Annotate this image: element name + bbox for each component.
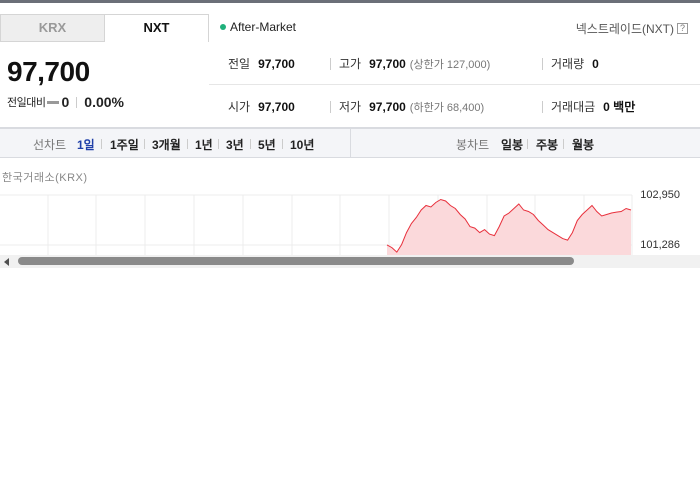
line-chart-label: 선차트: [33, 138, 67, 152]
stat-value: 97,700: [369, 99, 406, 114]
stat-label: 고가: [339, 57, 362, 71]
stat-label: 저가: [339, 100, 362, 114]
stat-value: 97,700: [258, 99, 295, 114]
divider: [527, 139, 528, 149]
tab-nxt[interactable]: NXT: [104, 14, 209, 42]
stat-volume: 거래량 0: [542, 55, 599, 72]
period-1d[interactable]: 1일: [77, 136, 95, 153]
session-status: After-Market: [220, 20, 296, 34]
stat-label: 거래량: [551, 57, 585, 71]
stat-high: 고가 97,700 (상한가 127,000): [330, 55, 490, 72]
top-border: [0, 0, 700, 3]
current-price: 97,700: [7, 56, 90, 87]
upper-limit: (상한가 127,000): [409, 58, 491, 71]
change-rate: 0.00%: [84, 94, 124, 110]
divider: [563, 139, 564, 149]
divider: [76, 96, 78, 108]
candle-weekly[interactable]: 주봉: [536, 136, 558, 153]
divider: [542, 100, 543, 113]
candle-monthly[interactable]: 월봉: [572, 136, 594, 153]
stat-label: 전일: [228, 57, 251, 71]
chart-canvas: [0, 194, 633, 255]
stat-label: 시가: [228, 100, 251, 114]
y-tick-high: 102,950: [640, 189, 680, 201]
period-1w[interactable]: 1주일: [110, 136, 139, 153]
stat-value: 97,700: [258, 56, 295, 71]
status-dot-icon: [220, 24, 226, 30]
stat-value: 97,700: [369, 56, 406, 71]
scrollbar-thumb[interactable]: [18, 257, 574, 265]
help-icon[interactable]: ?: [677, 23, 688, 34]
period-3m[interactable]: 3개월: [152, 136, 181, 153]
venue-info: 넥스트레이드(NXT) ?: [576, 20, 688, 37]
period-5y[interactable]: 5년: [258, 136, 276, 153]
stat-open: 시가 97,700: [228, 98, 295, 115]
venue-label: 넥스트레이드(NXT): [575, 22, 674, 36]
divider: [187, 139, 188, 149]
change-amount: 0: [61, 94, 70, 110]
stats-divider: [209, 84, 700, 85]
stat-prev-close: 전일 97,700: [228, 55, 295, 72]
session-label: After-Market: [230, 20, 297, 34]
divider: [282, 139, 283, 149]
stat-value: 0 백만: [603, 100, 636, 114]
candle-chart-label: 봉차트: [456, 138, 490, 152]
period-10y[interactable]: 10년: [290, 136, 314, 153]
divider: [101, 139, 102, 149]
change-label: 전일대비: [7, 97, 46, 109]
horizontal-scrollbar[interactable]: [0, 255, 700, 268]
period-3y[interactable]: 3년: [226, 136, 244, 153]
price-chart: 102,950 101,286: [0, 187, 700, 255]
divider: [330, 100, 331, 113]
lower-limit: (하한가 68,400): [409, 101, 485, 114]
period-bar-divider: [350, 129, 351, 157]
price-change: 전일대비 0 0.00%: [7, 94, 124, 110]
divider: [144, 139, 145, 149]
flat-icon: [47, 100, 60, 104]
stat-low: 저가 97,700 (하한가 68,400): [330, 98, 484, 115]
period-1y[interactable]: 1년: [195, 136, 213, 153]
divider: [218, 139, 219, 149]
stat-trade-value: 거래대금 0 백만: [542, 98, 635, 115]
candle-daily[interactable]: 일봉: [501, 136, 523, 153]
scroll-left-arrow-icon[interactable]: [4, 258, 9, 266]
market-tabs: KRX NXT: [0, 14, 209, 42]
divider: [542, 57, 543, 70]
y-tick-low: 101,286: [640, 239, 680, 251]
stat-label: 거래대금: [551, 100, 596, 114]
tab-krx[interactable]: KRX: [0, 14, 104, 42]
divider: [330, 57, 331, 70]
chart-source: 한국거래소(KRX): [2, 172, 88, 184]
stat-value: 0: [592, 56, 599, 71]
period-bar: 선차트 1일 1주일 3개월 1년 3년 5년 10년 봉차트 일봉 주봉 월봉: [0, 128, 700, 158]
divider: [250, 139, 251, 149]
